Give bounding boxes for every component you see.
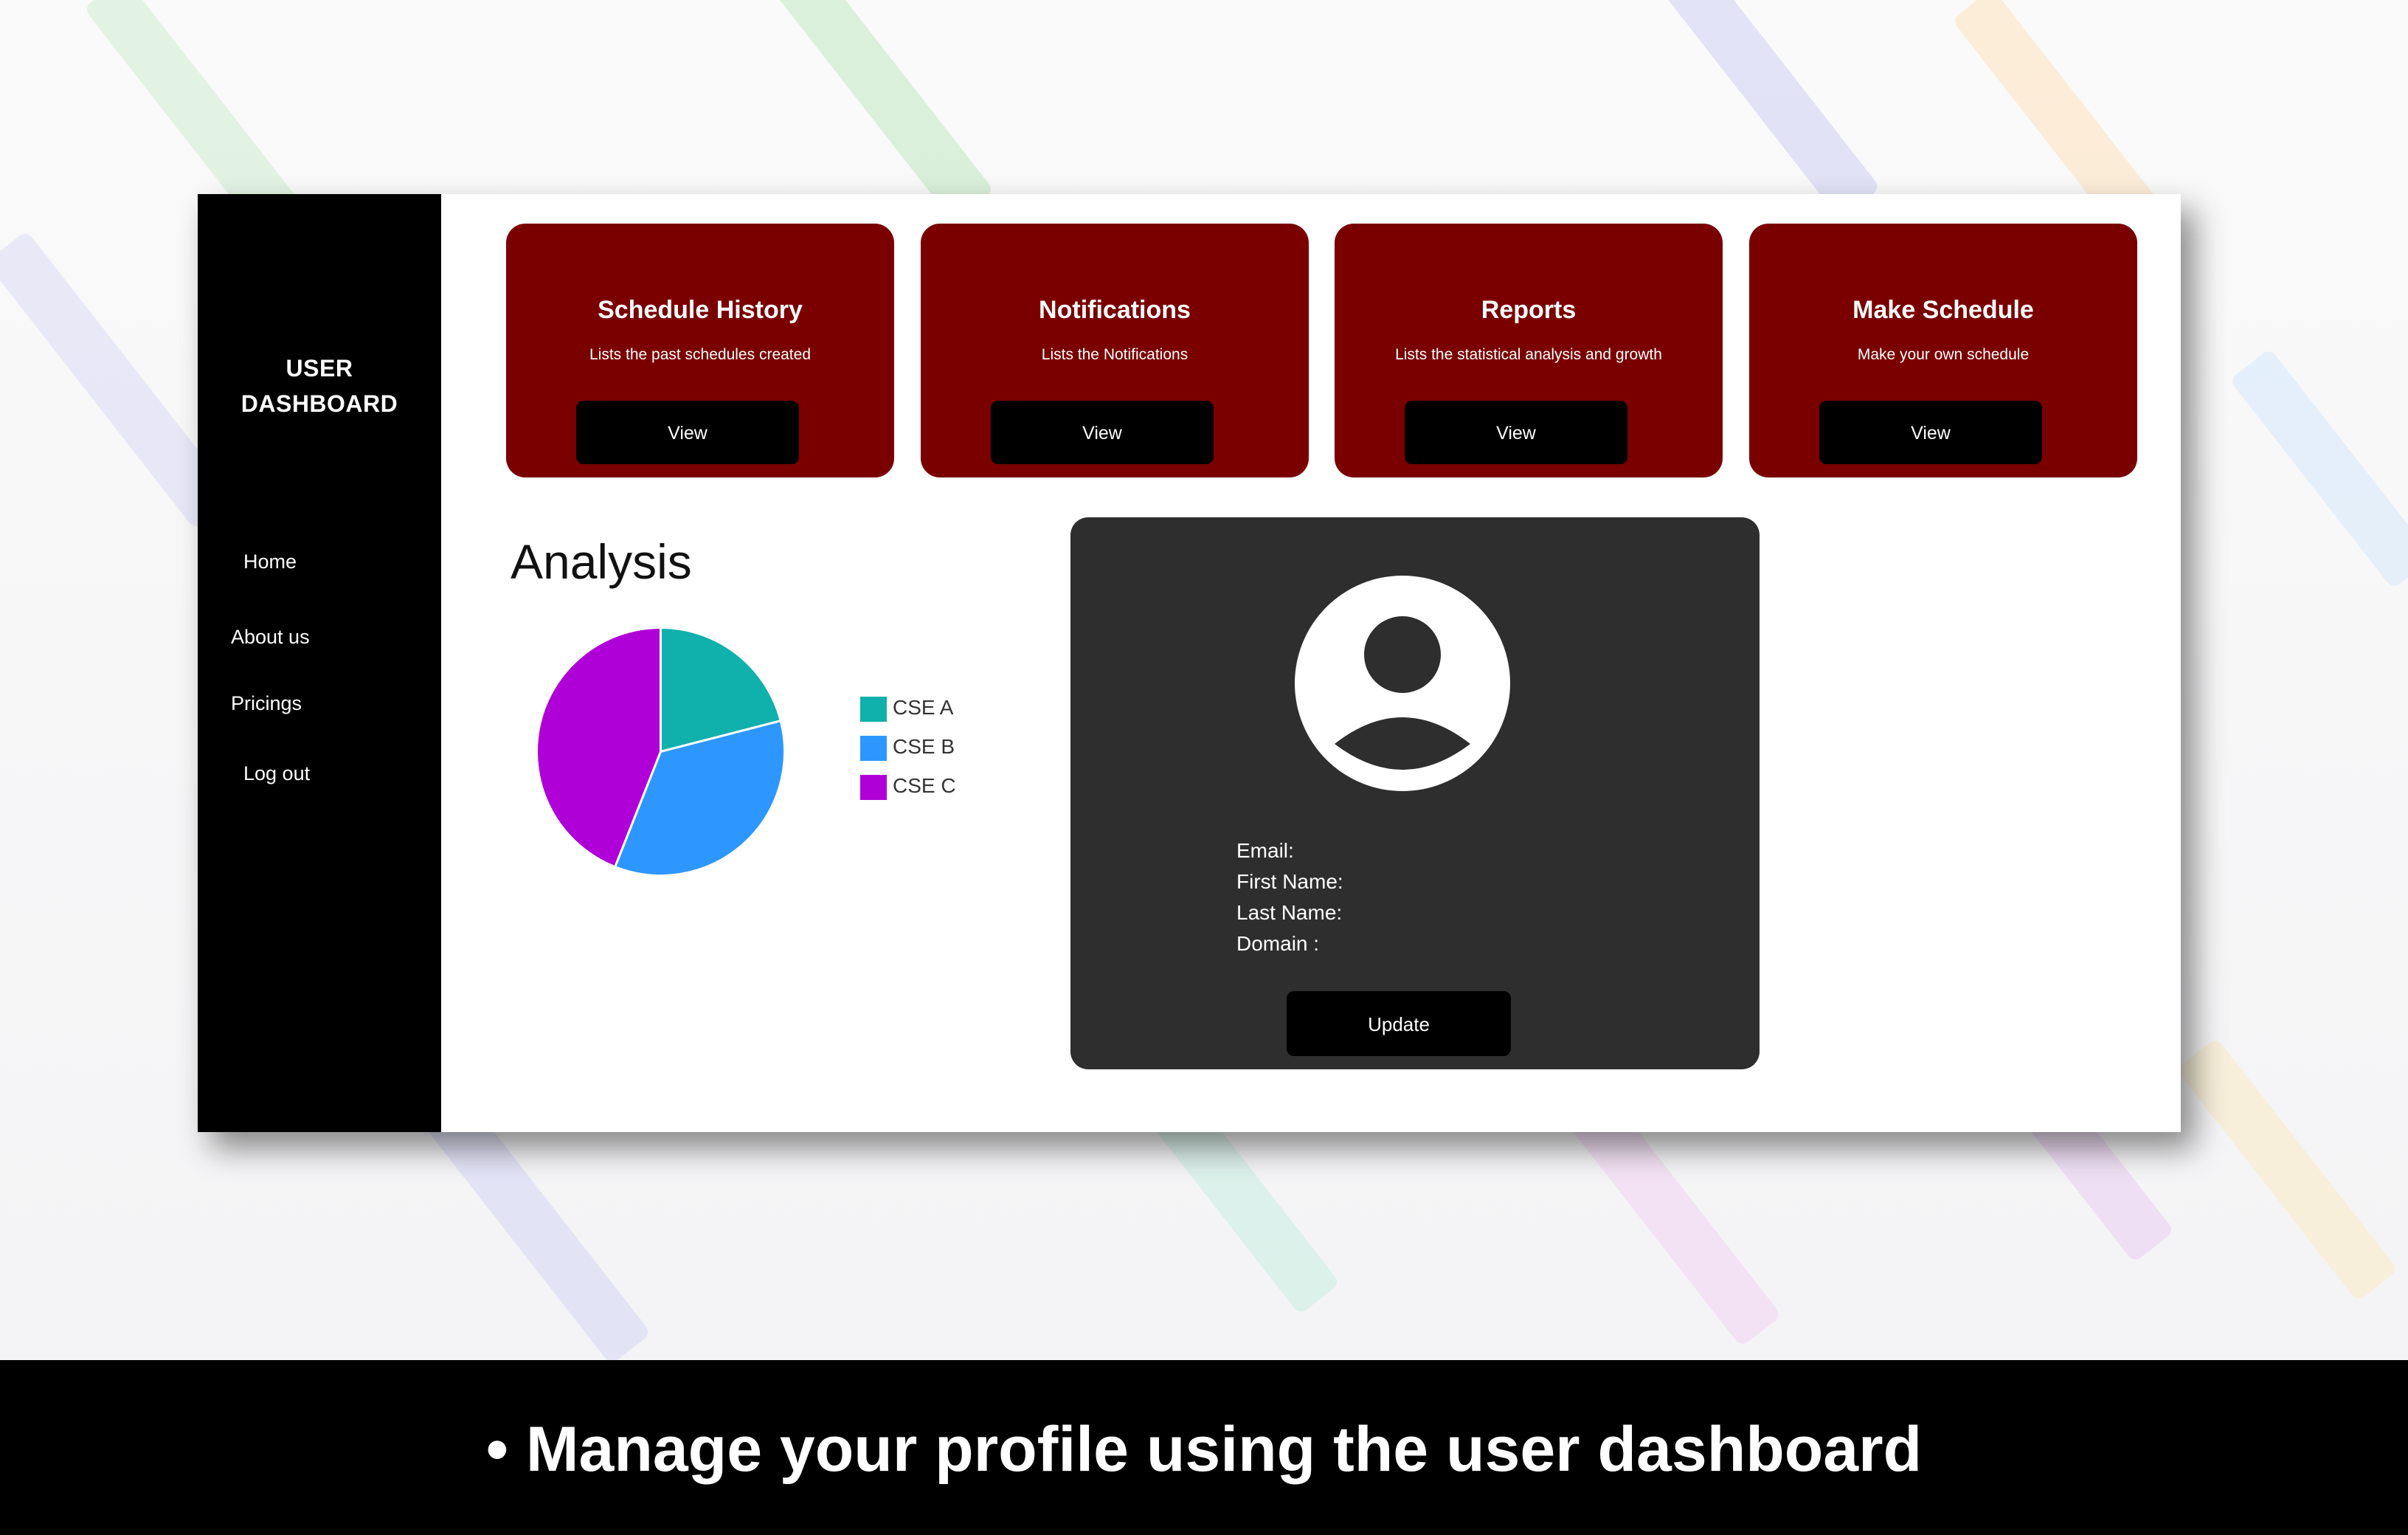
caption-text: • Manage your profile using the user das… bbox=[485, 1414, 1923, 1485]
brand-line-1: USER bbox=[286, 355, 353, 382]
nav-log-out[interactable]: Log out bbox=[243, 762, 310, 785]
legend-label: CSE A bbox=[893, 696, 954, 719]
domain-field-label: Domain : bbox=[1236, 932, 1320, 955]
legend-item-cse-b: CSE B bbox=[860, 735, 955, 761]
legend-item-cse-c: CSE C bbox=[860, 774, 956, 800]
card-reports: Reports Lists the statistical analysis a… bbox=[1335, 224, 1723, 477]
legend-swatch bbox=[860, 696, 887, 722]
legend-swatch bbox=[860, 774, 887, 800]
card-notifications: Notifications Lists the Notifications Vi… bbox=[921, 224, 1309, 477]
card-schedule-history: Schedule History Lists the past schedule… bbox=[506, 224, 894, 477]
legend-item-cse-a: CSE A bbox=[860, 696, 953, 722]
profile-panel: Email: First Name: Last Name: Domain : U… bbox=[1070, 517, 1760, 1069]
pie-chart bbox=[536, 626, 786, 877]
legend-swatch bbox=[860, 735, 887, 761]
legend-label: CSE B bbox=[893, 735, 955, 758]
user-avatar-icon bbox=[1295, 576, 1510, 791]
card-description: Lists the statistical analysis and growt… bbox=[1395, 346, 1662, 363]
card-description: Lists the Notifications bbox=[1041, 346, 1189, 363]
card-title: Notifications bbox=[1039, 296, 1191, 324]
card-title: Reports bbox=[1481, 296, 1577, 324]
card-description: Make your own schedule bbox=[1857, 346, 2030, 363]
nav-about-us[interactable]: About us bbox=[231, 626, 310, 649]
nav-pricings[interactable]: Pricings bbox=[231, 692, 302, 715]
view-notifications-button[interactable]: View bbox=[991, 401, 1214, 464]
dashboard-window: USER DASHBOARD Home About us Pricings Lo… bbox=[198, 194, 2181, 1132]
update-button[interactable]: Update bbox=[1287, 991, 1511, 1056]
card-title: Make Schedule bbox=[1852, 296, 2034, 324]
caption-bar: • Manage your profile using the user das… bbox=[0, 1360, 2408, 1535]
first-name-field-label: First Name: bbox=[1236, 870, 1343, 893]
email-field-label: Email: bbox=[1236, 839, 1294, 862]
view-make-schedule-button[interactable]: View bbox=[1819, 401, 2042, 464]
last-name-field-label: Last Name: bbox=[1236, 901, 1343, 924]
sidebar: USER DASHBOARD Home About us Pricings Lo… bbox=[198, 194, 441, 1132]
card-make-schedule: Make Schedule Make your own schedule Vie… bbox=[1749, 224, 2137, 477]
brand-line-2: DASHBOARD bbox=[241, 390, 398, 417]
card-title: Schedule History bbox=[598, 296, 803, 324]
nav-home[interactable]: Home bbox=[243, 551, 297, 573]
analysis-title: Analysis bbox=[511, 534, 692, 589]
view-reports-button[interactable]: View bbox=[1405, 401, 1627, 464]
legend-label: CSE C bbox=[893, 774, 956, 797]
card-description: Lists the past schedules created bbox=[589, 346, 811, 363]
brand-title: USER DASHBOARD bbox=[198, 351, 441, 421]
view-schedule-history-button[interactable]: View bbox=[576, 401, 799, 464]
